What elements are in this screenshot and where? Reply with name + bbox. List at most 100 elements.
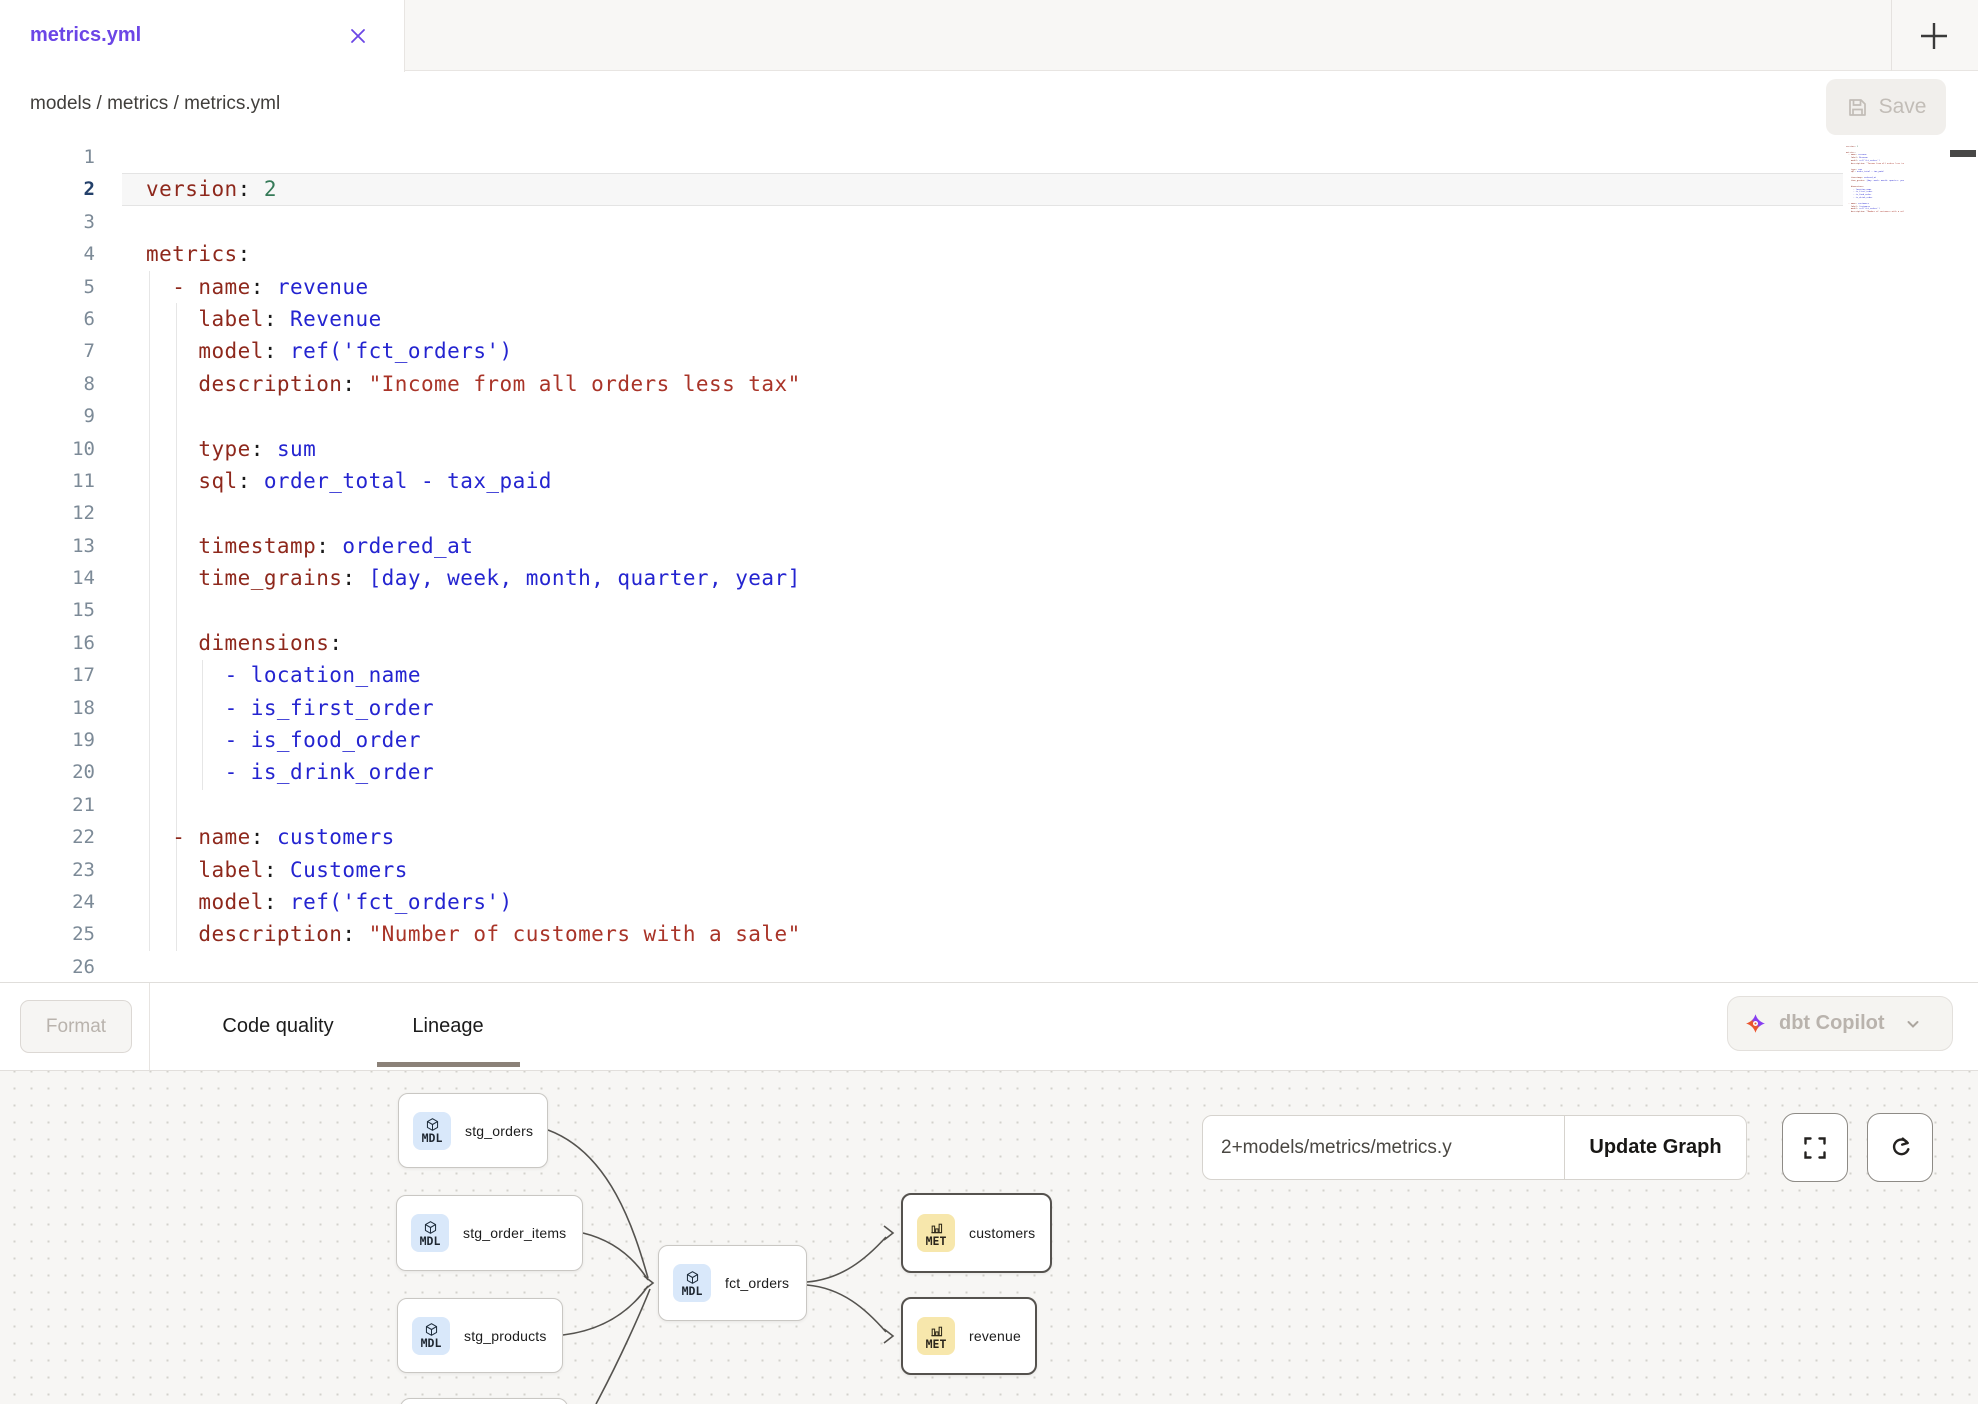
model-cube-icon: [423, 1220, 438, 1235]
code-line: 13 timestamp: ordered_at: [0, 530, 1978, 562]
badge-label: MET: [926, 1236, 947, 1247]
fullscreen-button[interactable]: [1782, 1113, 1848, 1182]
lineage-node-stg_orders[interactable]: MDL stg_orders: [398, 1093, 548, 1168]
code-token: [146, 372, 198, 396]
code-token: [329, 534, 342, 558]
code-token: - is_drink_order: [225, 760, 435, 784]
code-token: description: [198, 372, 342, 396]
code-line: 10 type: sum: [0, 433, 1978, 465]
code-token: [146, 469, 198, 493]
code-token: customers: [277, 825, 395, 849]
lineage-node-stg_order_items[interactable]: MDLstg_order_items: [396, 1195, 583, 1271]
code-token: sql: [198, 469, 237, 493]
node-label: stg_orders: [465, 1123, 533, 1139]
model-badge: MDL: [412, 1317, 450, 1355]
dbt-copilot-button[interactable]: dbt Copilot: [1727, 996, 1953, 1051]
code-line: 8 description: "Income from all orders l…: [0, 368, 1978, 400]
code-token: "Income from all orders less tax": [369, 372, 801, 396]
code-token: ordered_at: [1864, 177, 1876, 179]
lineage-canvas[interactable]: MDL stg_orders MDLstg_order_items MDLstg_pr…: [0, 1071, 1978, 1404]
code-token: [146, 566, 198, 590]
code-token: [146, 696, 225, 720]
code-token: [356, 566, 369, 590]
lineage-node-fct_orders[interactable]: MDL fct_orders: [658, 1245, 807, 1321]
update-graph-button[interactable]: Update Graph: [1565, 1116, 1746, 1179]
code-token: [146, 663, 225, 687]
line-number: 6: [0, 303, 95, 335]
code-token: [146, 437, 198, 461]
breadcrumb-row: models / metrics / metrics.yml Save: [0, 71, 1978, 141]
minimap[interactable]: version: 2metrics: - name: revenue label…: [1846, 143, 1904, 217]
model-cube-icon: [685, 1270, 700, 1285]
code-line-text: description: "Income from all orders les…: [146, 368, 801, 400]
code-token: [277, 890, 290, 914]
code-token: :: [238, 177, 251, 201]
code-token: sum: [277, 437, 316, 461]
minimap-line: description: "Income from all orders les…: [1846, 163, 1904, 166]
code-token: :: [264, 858, 277, 882]
lineage-node-stg_products[interactable]: MDLstg_products: [397, 1298, 563, 1373]
code-token: [146, 760, 225, 784]
code-token: :: [316, 534, 329, 558]
close-icon[interactable]: [346, 24, 370, 48]
chevron-down-icon: [1905, 1016, 1921, 1032]
format-label: Format: [46, 1016, 106, 1038]
tab-lineage[interactable]: Lineage: [404, 983, 492, 1070]
node-label: revenue: [969, 1328, 1021, 1344]
format-button[interactable]: Format: [20, 1000, 132, 1053]
refresh-button[interactable]: [1867, 1113, 1933, 1182]
new-tab-button[interactable]: [1912, 14, 1956, 58]
minimap-line: time_grains: [day, week, month, quarter,…: [1846, 180, 1904, 183]
code-token: :: [251, 275, 264, 299]
save-label: Save: [1879, 95, 1927, 119]
code-token: - is_drink_order: [1853, 197, 1872, 199]
code-line-text: dimensions:: [146, 627, 342, 659]
code-token: [356, 922, 369, 946]
node-label: fct_orders: [725, 1275, 789, 1291]
minimap-line: description: "Number of customers with a…: [1846, 211, 1904, 214]
copilot-label: dbt Copilot: [1779, 1012, 1885, 1035]
code-token: [356, 372, 369, 396]
lineage-node-partial-node[interactable]: [400, 1398, 568, 1404]
line-number: 10: [0, 433, 95, 465]
code-token: -: [172, 825, 198, 849]
code-line-text: label: Customers: [146, 854, 408, 886]
code-token: label: [198, 307, 263, 331]
metric-chart-icon: [929, 1220, 944, 1235]
code-token: [day, week, month, quarter, year]: [1867, 180, 1904, 182]
code-line: 3: [0, 206, 1978, 238]
code-token: version: [146, 177, 238, 201]
model-badge: MDL: [673, 1264, 711, 1302]
code-token: -: [172, 275, 198, 299]
code-token: timestamp: [1851, 177, 1862, 179]
line-number: 23: [0, 854, 95, 886]
lineage-filter-input[interactable]: [1203, 1116, 1564, 1179]
code-line: 18 - is_first_order: [0, 692, 1978, 724]
code-line-text: - name: revenue: [146, 271, 369, 303]
lineage-node-revenue[interactable]: MET revenue: [901, 1297, 1037, 1375]
code-token: [146, 858, 198, 882]
tab-metrics-yml[interactable]: metrics.yml: [0, 0, 405, 72]
save-button[interactable]: Save: [1826, 79, 1946, 135]
code-token: Revenue: [1859, 157, 1867, 159]
code-editor[interactable]: 12version: 234metrics:5 - name: revenue6…: [0, 141, 1978, 982]
code-token: [277, 339, 290, 363]
tab-code-quality-label: Code quality: [222, 1015, 333, 1038]
panel-divider: [149, 983, 150, 1070]
model-badge: MDL: [413, 1112, 451, 1150]
code-lines: 12version: 234metrics:5 - name: revenue6…: [0, 141, 1978, 982]
code-line-text: sql: order_total - tax_paid: [146, 465, 552, 497]
tab-code-quality[interactable]: Code quality: [208, 983, 348, 1070]
graph-controls: Update Graph: [1202, 1115, 1747, 1180]
code-token: [277, 307, 290, 331]
code-token: "Number of customers with a sale": [1867, 211, 1904, 213]
code-line: 25 description: "Number of customers wit…: [0, 918, 1978, 950]
code-token: [146, 307, 198, 331]
code-token: :: [342, 922, 355, 946]
code-line-text: timestamp: ordered_at: [146, 530, 473, 562]
badge-label: MET: [926, 1339, 947, 1350]
code-token: :: [264, 339, 277, 363]
code-token: 2: [1857, 146, 1858, 148]
lineage-node-customers[interactable]: METcustomers: [901, 1193, 1052, 1273]
code-token: [264, 275, 277, 299]
